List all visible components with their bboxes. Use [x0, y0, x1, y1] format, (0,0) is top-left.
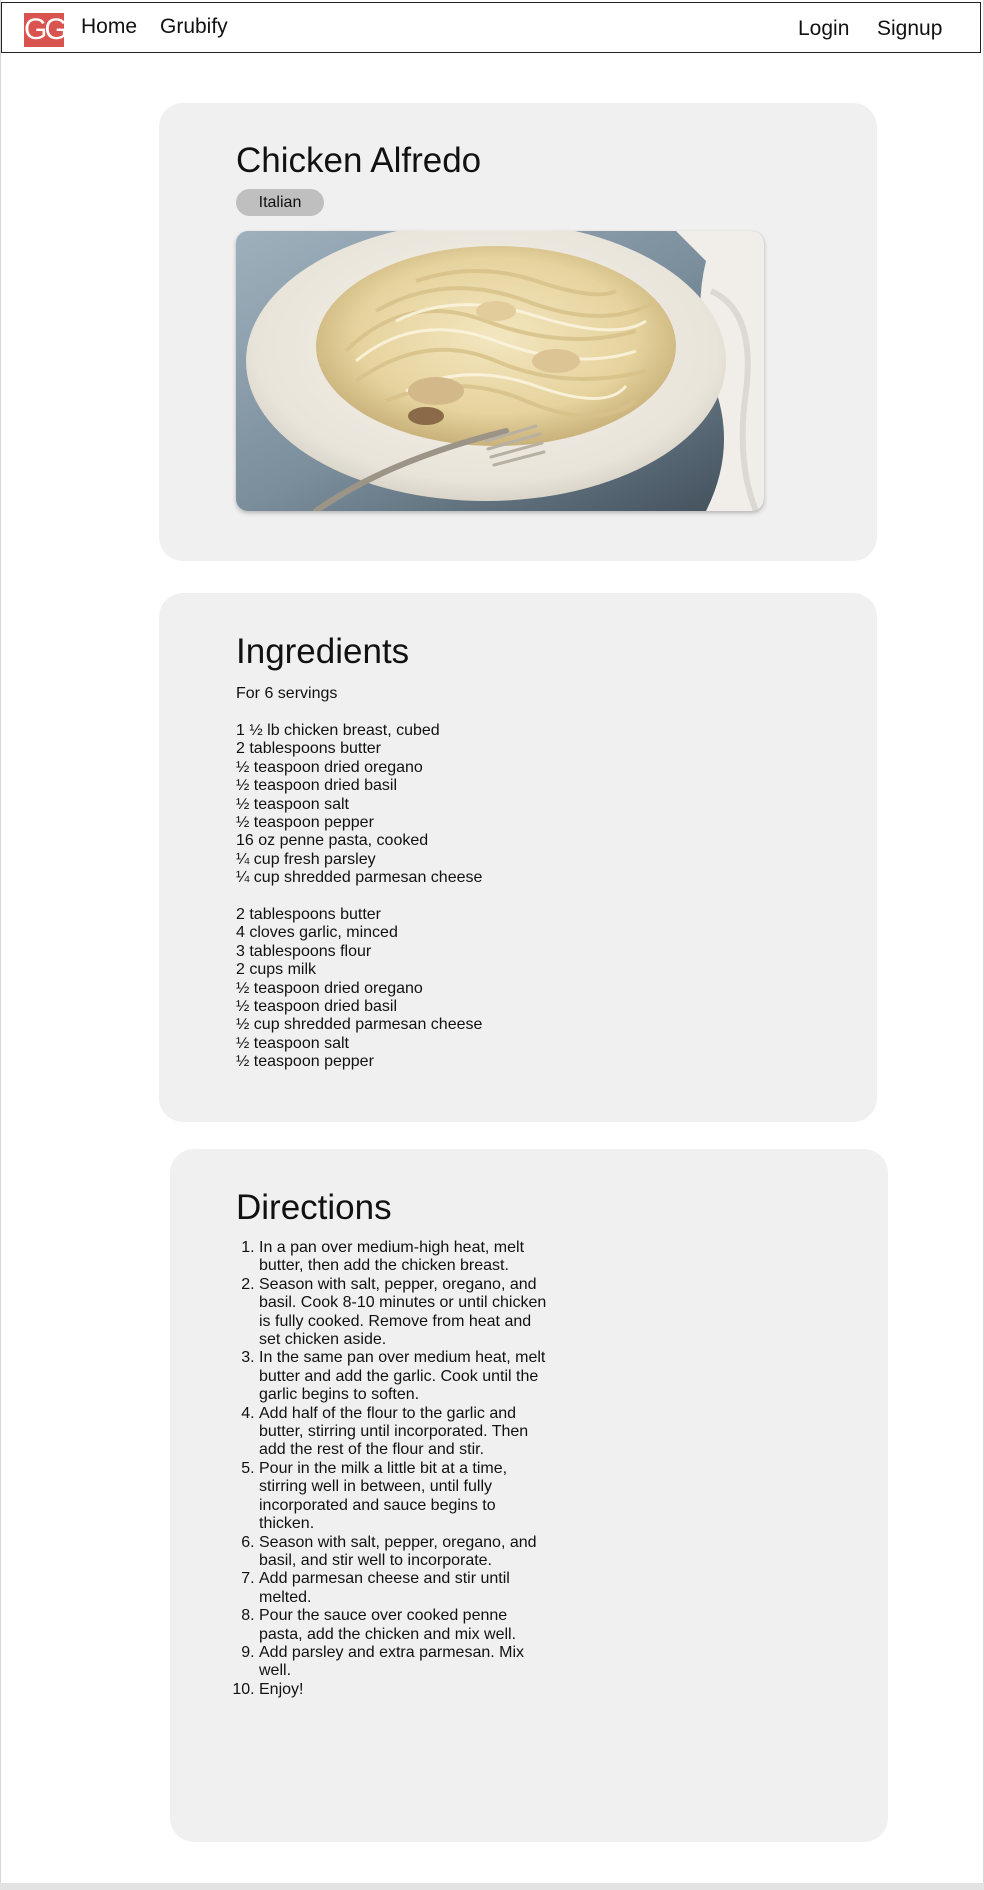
direction-step: Pour the sauce over cooked penne pasta, …: [259, 1607, 549, 1644]
directions-heading: Directions: [236, 1188, 392, 1227]
recipe-title: Chicken Alfredo: [236, 141, 482, 180]
ingredient-item: 4 cloves garlic, minced: [236, 924, 398, 942]
cuisine-badge[interactable]: Italian: [236, 189, 324, 216]
ingredient-item: 2 tablespoons butter: [236, 740, 381, 758]
ingredient-item: ¼ cup fresh parsley: [236, 850, 376, 868]
recipe-header-card: Chicken Alfredo Italian: [159, 103, 877, 561]
ingredient-item: ½ teaspoon salt: [236, 795, 349, 813]
ingredient-item: ½ teaspoon salt: [236, 1034, 349, 1052]
ingredient-item: ½ teaspoon dried basil: [236, 998, 397, 1016]
nav-home-link[interactable]: Home: [81, 15, 137, 39]
ingredient-item: ½ teaspoon pepper: [236, 814, 374, 832]
ingredients-heading: Ingredients: [236, 632, 410, 671]
ingredient-item: 2 cups milk: [236, 961, 317, 979]
signup-link[interactable]: Signup: [877, 17, 942, 41]
direction-step: Season with salt, pepper, oregano, and b…: [259, 1534, 549, 1571]
direction-step: Add parmesan cheese and stir until melte…: [259, 1570, 549, 1607]
direction-step: In a pan over medium-high heat, melt but…: [259, 1239, 549, 1276]
ingredient-item: 1 ½ lb chicken breast, cubed: [236, 722, 440, 739]
ingredient-item: 3 tablespoons flour: [236, 942, 372, 960]
logo-icon[interactable]: GG: [24, 13, 64, 47]
directions-card: Directions In a pan over medium-high hea…: [170, 1149, 888, 1842]
recipe-photo: [236, 231, 764, 511]
ingredient-item: ¼ cup shredded parmesan cheese: [236, 869, 483, 887]
nav-brand-link[interactable]: Grubify: [160, 15, 228, 39]
ingredient-item: ½ teaspoon dried basil: [236, 777, 397, 795]
horizontal-scrollbar-track[interactable]: [0, 1883, 984, 1890]
ingredient-item: ½ teaspoon dried oregano: [236, 758, 423, 776]
direction-step: In the same pan over medium heat, melt b…: [259, 1349, 549, 1404]
ingredient-item: ½ teaspoon pepper: [236, 1053, 374, 1071]
ingredient-list-sauce: 2 tablespoons butter 4 cloves garlic, mi…: [236, 906, 482, 1072]
servings-text: For 6 servings: [236, 685, 338, 702]
directions-list: In a pan over medium-high heat, melt but…: [236, 1239, 549, 1699]
direction-step: Add half of the flour to the garlic and …: [259, 1405, 549, 1460]
direction-step: Add parsley and extra parmesan. Mix well…: [259, 1644, 549, 1681]
ingredient-list-main: 1 ½ lb chicken breast, cubed 2 tablespoo…: [236, 722, 482, 888]
direction-step: Enjoy!: [259, 1681, 549, 1699]
login-link[interactable]: Login: [798, 17, 849, 41]
ingredient-item: 16 oz penne pasta, cooked: [236, 832, 429, 850]
ingredients-card: Ingredients For 6 servings 1 ½ lb chicke…: [159, 593, 877, 1122]
ingredient-item: 2 tablespoons butter: [236, 906, 381, 923]
direction-step: Pour in the milk a little bit at a time,…: [259, 1460, 549, 1534]
top-navbar: GG Home Grubify Login Signup: [1, 2, 981, 53]
direction-step: Season with salt, pepper, oregano, and b…: [259, 1276, 549, 1350]
ingredient-item: ½ teaspoon dried oregano: [236, 979, 423, 997]
ingredient-item: ½ cup shredded parmesan cheese: [236, 1016, 483, 1034]
pasta-dish-photo-icon: [236, 231, 764, 511]
